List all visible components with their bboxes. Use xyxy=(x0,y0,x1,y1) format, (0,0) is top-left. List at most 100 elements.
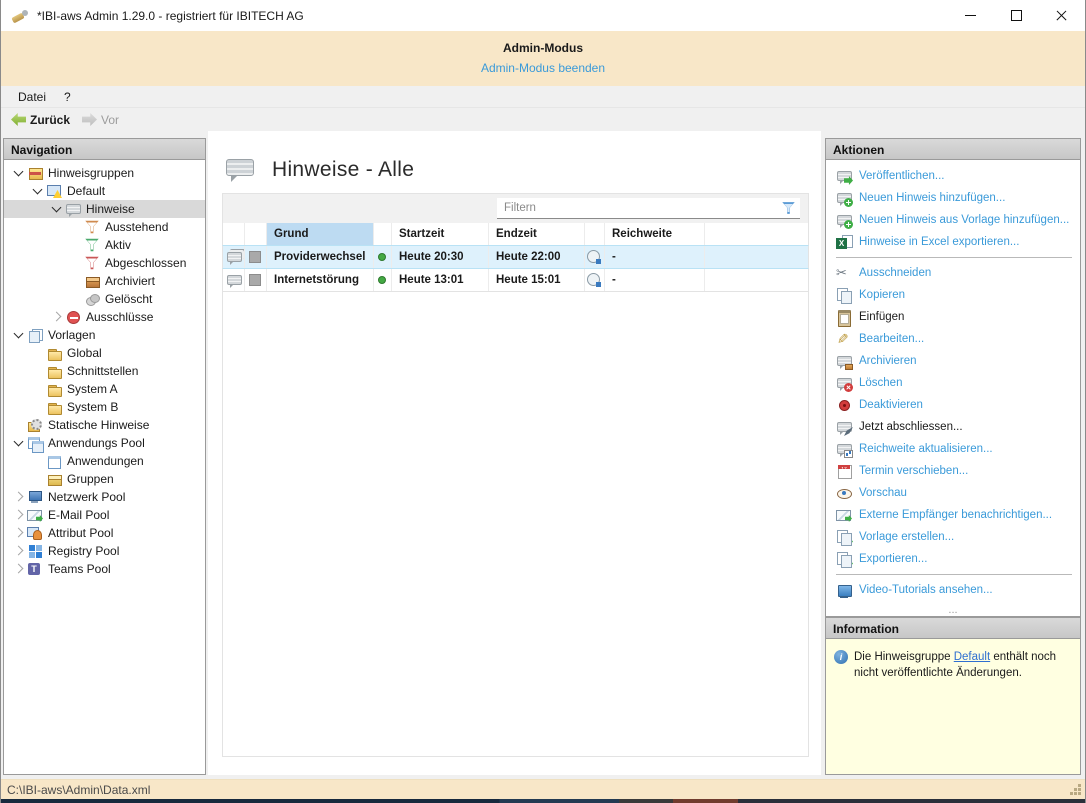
nav-item-ausstehend[interactable]: Ausstehend xyxy=(4,218,205,236)
chevron-down-icon[interactable] xyxy=(30,183,46,199)
column-header-schedule[interactable] xyxy=(585,223,605,245)
filter-bar xyxy=(222,193,809,223)
chevron-right-icon[interactable] xyxy=(11,561,27,577)
nav-item-hinweise[interactable]: Hinweise xyxy=(4,200,205,218)
forward-button[interactable]: Vor xyxy=(78,111,123,129)
action-termin-verschieben[interactable]: Termin verschieben... xyxy=(836,463,1074,479)
chevron-down-icon[interactable] xyxy=(11,165,27,181)
hinweis-bubbles-icon xyxy=(226,249,242,265)
column-header-reichweite[interactable]: Reichweite xyxy=(605,223,705,245)
folder-icon xyxy=(46,345,62,361)
actions-overflow-indicator: ... xyxy=(826,606,1080,614)
nav-item-vorlagen[interactable]: Vorlagen xyxy=(4,326,205,344)
forward-arrow-icon xyxy=(82,113,97,126)
nav-item-default[interactable]: Default xyxy=(4,182,205,200)
publish-icon xyxy=(836,168,852,184)
minimize-button[interactable] xyxy=(947,0,993,31)
nav-item-anwendungs-pool[interactable]: Anwendungs Pool xyxy=(4,434,205,452)
nav-item-system-a[interactable]: System A xyxy=(4,380,205,398)
nav-item-system-b[interactable]: System B xyxy=(4,398,205,416)
nav-item-hinweisgruppen[interactable]: Hinweisgruppen xyxy=(4,164,205,182)
add-from-template-icon xyxy=(836,212,852,228)
status-active-dot-icon xyxy=(378,253,386,261)
column-header-startzeit[interactable]: Startzeit xyxy=(392,223,489,245)
action-archivieren[interactable]: Archivieren xyxy=(836,353,1074,369)
data-file-path: C:\IBI-aws\Admin\Data.xml xyxy=(7,783,150,797)
close-button[interactable] xyxy=(1039,0,1085,31)
admin-mode-title: Admin-Modus xyxy=(1,41,1085,55)
attribute-icon xyxy=(27,525,43,541)
nav-item-geloescht[interactable]: Gelöscht xyxy=(4,290,205,308)
add-hinweis-icon xyxy=(836,190,852,206)
chevron-right-icon[interactable] xyxy=(49,309,65,325)
window-icon xyxy=(46,453,62,469)
column-header-endzeit[interactable]: Endzeit xyxy=(489,223,585,245)
action-bearbeiten[interactable]: Bearbeiten... xyxy=(836,331,1074,347)
chevron-right-icon[interactable] xyxy=(11,525,27,541)
action-kopieren[interactable]: Kopieren xyxy=(836,287,1074,303)
action-jetzt-abschliessen[interactable]: Jetzt abschliessen... xyxy=(836,419,1074,435)
column-header-flag[interactable] xyxy=(245,223,267,245)
action-deaktivieren[interactable]: Deaktivieren xyxy=(836,397,1074,413)
column-header-status[interactable] xyxy=(374,223,392,245)
nav-item-schnittstellen[interactable]: Schnittstellen xyxy=(4,362,205,380)
nav-item-statische-hinweise[interactable]: Statische Hinweise xyxy=(4,416,205,434)
table-row-internetstoerung[interactable]: Internetstörung Heute 13:01 Heute 15:01 … xyxy=(222,269,809,292)
chevron-right-icon[interactable] xyxy=(11,489,27,505)
admin-mode-banner: Admin-Modus Admin-Modus beenden xyxy=(1,31,1085,86)
action-neuen-hinweis-aus-vorlage[interactable]: Neuen Hinweis aus Vorlage hinzufügen... xyxy=(836,212,1074,228)
action-loeschen[interactable]: Löschen xyxy=(836,375,1074,391)
nav-item-registry-pool[interactable]: Registry Pool xyxy=(4,542,205,560)
app-icon xyxy=(11,7,29,25)
taskbar-edge xyxy=(1,799,1085,803)
nav-item-aktiv[interactable]: Aktiv xyxy=(4,236,205,254)
folder-icon xyxy=(46,363,62,379)
window-title: *IBI-aws Admin 1.29.0 - registriert für … xyxy=(37,9,304,23)
nav-item-anwendungen[interactable]: Anwendungen xyxy=(4,452,205,470)
table-row-providerwechsel[interactable]: Providerwechsel Heute 20:30 Heute 22:00 … xyxy=(222,245,809,269)
table-empty-area xyxy=(222,292,809,757)
column-header-grund[interactable]: Grund xyxy=(267,223,374,245)
nav-item-teams-pool[interactable]: Teams Pool xyxy=(4,560,205,578)
nav-item-gruppen[interactable]: Gruppen xyxy=(4,470,205,488)
chevron-down-icon[interactable] xyxy=(11,327,27,343)
default-group-link[interactable]: Default xyxy=(954,651,990,663)
nav-item-global[interactable]: Global xyxy=(4,344,205,362)
copy-icon xyxy=(836,287,852,303)
action-video-tutorials[interactable]: Video-Tutorials ansehen... xyxy=(836,582,1074,598)
menu-help[interactable]: ? xyxy=(55,88,80,106)
chevron-right-icon[interactable] xyxy=(11,543,27,559)
action-vorschau[interactable]: Vorschau xyxy=(836,485,1074,501)
admin-mode-exit-link[interactable]: Admin-Modus beenden xyxy=(481,61,605,75)
information-header: Information xyxy=(825,617,1081,639)
action-einfuegen[interactable]: Einfügen xyxy=(836,309,1074,325)
resize-grip[interactable] xyxy=(1070,784,1082,796)
chevron-right-icon[interactable] xyxy=(11,507,27,523)
nav-item-abgeschlossen[interactable]: Abgeschlossen xyxy=(4,254,205,272)
action-ausschneiden[interactable]: Ausschneiden xyxy=(836,265,1074,281)
action-excel-export[interactable]: Hinweise in Excel exportieren... xyxy=(836,234,1074,250)
nav-item-email-pool[interactable]: E-Mail Pool xyxy=(4,506,205,524)
nav-item-attribut-pool[interactable]: Attribut Pool xyxy=(4,524,205,542)
filter-box xyxy=(497,198,800,219)
filter-icon[interactable] xyxy=(781,201,796,216)
chevron-down-icon[interactable] xyxy=(11,435,27,451)
chevron-down-icon[interactable] xyxy=(49,201,65,217)
action-vorlage-erstellen[interactable]: Vorlage erstellen... xyxy=(836,529,1074,545)
action-reichweite-aktualisieren[interactable]: Reichweite aktualisieren... xyxy=(836,441,1074,457)
action-externe-empfaenger[interactable]: Externe Empfänger benachrichtigen... xyxy=(836,507,1074,523)
deactivate-icon xyxy=(836,397,852,413)
app-pool-icon xyxy=(27,435,43,451)
nav-item-netzwerk-pool[interactable]: Netzwerk Pool xyxy=(4,488,205,506)
menu-datei[interactable]: Datei xyxy=(9,88,55,106)
filter-input[interactable] xyxy=(497,202,781,214)
nav-item-ausschluesse[interactable]: Ausschlüsse xyxy=(4,308,205,326)
maximize-button[interactable] xyxy=(993,0,1039,31)
action-neuen-hinweis-hinzufuegen[interactable]: Neuen Hinweis hinzufügen... xyxy=(836,190,1074,206)
back-button[interactable]: Zurück xyxy=(7,111,74,129)
nav-item-archiviert[interactable]: Archiviert xyxy=(4,272,205,290)
column-header-type[interactable] xyxy=(223,223,245,245)
export-icon xyxy=(836,551,852,567)
action-exportieren[interactable]: Exportieren... xyxy=(836,551,1074,567)
action-veroeffentlichen[interactable]: Veröffentlichen... xyxy=(836,168,1074,184)
